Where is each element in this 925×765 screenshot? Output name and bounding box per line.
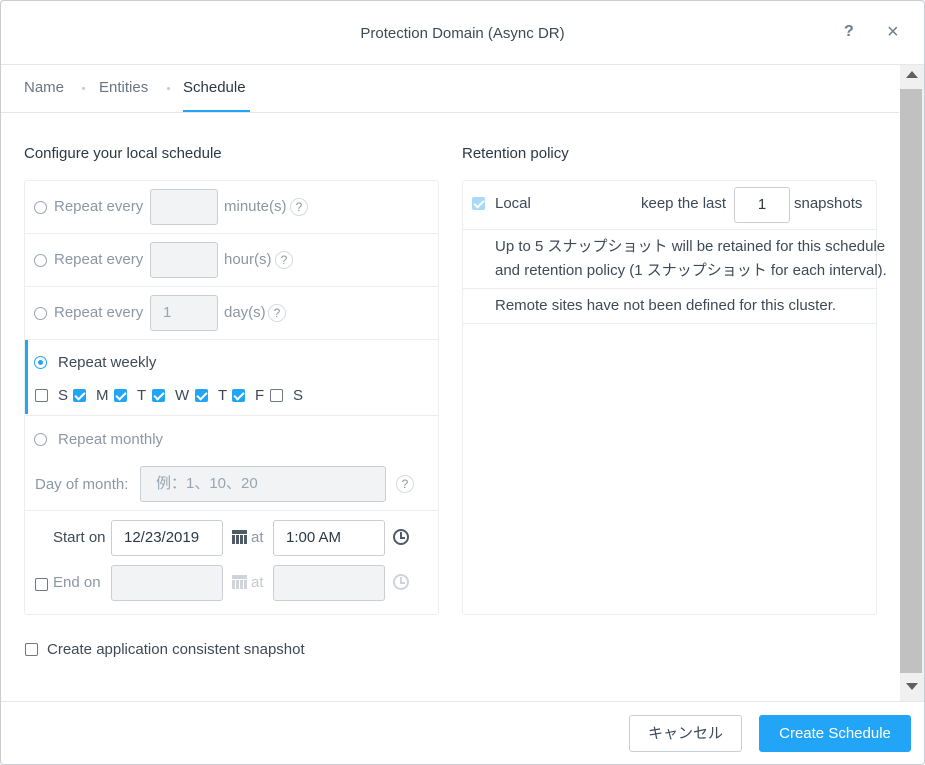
divider	[463, 229, 876, 230]
repeat-weekly-radio[interactable]	[34, 356, 47, 369]
active-tab-indicator	[183, 110, 250, 112]
day-label: F	[255, 387, 265, 404]
repeat-minutes-radio[interactable]	[34, 201, 47, 214]
dialog-title: Protection Domain (Async DR)	[360, 25, 565, 42]
day-checkbox-wednesday[interactable]	[152, 389, 165, 402]
calendar-icon[interactable]	[232, 530, 247, 544]
retention-info-line2: and retention policy (1 スナップショット for eac…	[495, 262, 887, 279]
dialog-footer: キャンセル Create Schedule	[1, 701, 924, 764]
tab-bar: Name Entities Schedule	[1, 65, 899, 113]
tab-separator	[82, 87, 85, 90]
start-date-input[interactable]: 12/23/2019	[111, 520, 223, 556]
day-label: S	[58, 387, 69, 404]
repeat-monthly-radio[interactable]	[34, 433, 47, 446]
divider	[463, 323, 876, 324]
clock-icon[interactable]	[393, 529, 409, 545]
repeat-days-radio[interactable]	[34, 307, 47, 320]
dialog-header: Protection Domain (Async DR) ? ×	[1, 1, 924, 65]
clock-icon	[393, 574, 409, 590]
day-checkbox-friday[interactable]	[232, 389, 245, 402]
remote-sites-note: Remote sites have not been defined for t…	[495, 297, 837, 314]
local-retention-checkbox[interactable]	[472, 197, 485, 210]
help-icon[interactable]: ?	[396, 475, 414, 493]
tab-name[interactable]: Name	[24, 79, 64, 96]
divider	[25, 510, 438, 511]
end-date-input[interactable]	[111, 565, 223, 601]
schedule-section-title: Configure your local schedule	[24, 145, 222, 162]
day-label: W	[175, 387, 190, 404]
end-time-input[interactable]	[273, 565, 385, 601]
repeat-hours-radio[interactable]	[34, 254, 47, 267]
repeat-weekly-label: Repeat weekly	[58, 354, 157, 371]
retention-info-line1: Up to 5 スナップショット will be retained for th…	[495, 238, 886, 255]
app-consistent-label: Create application consistent snapshot	[47, 641, 305, 658]
start-on-label: Start on	[53, 529, 106, 546]
days-unit-label: day(s)	[224, 304, 266, 321]
scroll-down-arrow-icon[interactable]	[906, 683, 918, 690]
keep-last-label: keep the last	[641, 195, 727, 212]
day-label: S	[293, 387, 304, 404]
days-input[interactable]: 1	[150, 295, 218, 331]
calendar-icon	[232, 575, 247, 589]
start-time-input[interactable]: 1:00 AM	[273, 520, 385, 556]
end-on-label: End on	[53, 574, 101, 591]
create-schedule-button[interactable]: Create Schedule	[759, 715, 911, 752]
help-icon[interactable]: ?	[844, 23, 854, 41]
day-checkbox-monday[interactable]	[73, 389, 86, 402]
day-checkbox-sunday[interactable]	[35, 389, 48, 402]
day-label: T	[218, 387, 228, 404]
close-icon[interactable]: ×	[887, 21, 899, 44]
divider	[25, 339, 438, 340]
scrollbar[interactable]	[900, 65, 924, 701]
cancel-button[interactable]: キャンセル	[629, 715, 742, 752]
minutes-unit-label: minute(s)	[224, 198, 287, 215]
tab-schedule[interactable]: Schedule	[183, 79, 246, 96]
help-icon[interactable]: ?	[268, 304, 286, 322]
repeat-every-label: Repeat every	[54, 198, 144, 215]
repeat-every-label: Repeat every	[54, 304, 144, 321]
at-label: at	[251, 529, 264, 546]
tab-entities[interactable]: Entities	[99, 79, 148, 96]
divider	[25, 415, 438, 416]
day-label: M	[96, 387, 109, 404]
help-icon[interactable]: ?	[290, 198, 308, 216]
scroll-up-arrow-icon[interactable]	[906, 71, 918, 78]
day-of-month-label: Day of month:	[35, 476, 129, 493]
day-checkbox-saturday[interactable]	[270, 389, 283, 402]
day-checkbox-tuesday[interactable]	[114, 389, 127, 402]
hours-input[interactable]	[150, 242, 218, 278]
divider	[25, 233, 438, 234]
day-label: T	[137, 387, 147, 404]
divider	[25, 286, 438, 287]
retention-section-title: Retention policy	[462, 145, 569, 162]
at-label: at	[251, 574, 264, 591]
help-icon[interactable]: ?	[275, 251, 293, 269]
day-checkbox-thursday[interactable]	[195, 389, 208, 402]
app-consistent-checkbox[interactable]	[25, 643, 38, 656]
hours-unit-label: hour(s)	[224, 251, 272, 268]
repeat-monthly-label: Repeat monthly	[58, 431, 164, 448]
day-of-month-input[interactable]: 例：1、10、20	[140, 466, 386, 502]
local-label: Local	[495, 195, 531, 212]
scroll-thumb[interactable]	[900, 89, 922, 673]
end-on-checkbox[interactable]	[35, 578, 48, 591]
protection-domain-dialog: Protection Domain (Async DR) ? × Name En…	[0, 0, 925, 765]
keep-count-input[interactable]: 1	[734, 187, 790, 223]
minutes-input[interactable]	[150, 189, 218, 225]
snapshots-label: snapshots	[794, 195, 863, 212]
tab-separator	[167, 87, 170, 90]
selected-option-indicator	[25, 340, 28, 414]
divider	[463, 288, 876, 289]
repeat-every-label: Repeat every	[54, 251, 144, 268]
